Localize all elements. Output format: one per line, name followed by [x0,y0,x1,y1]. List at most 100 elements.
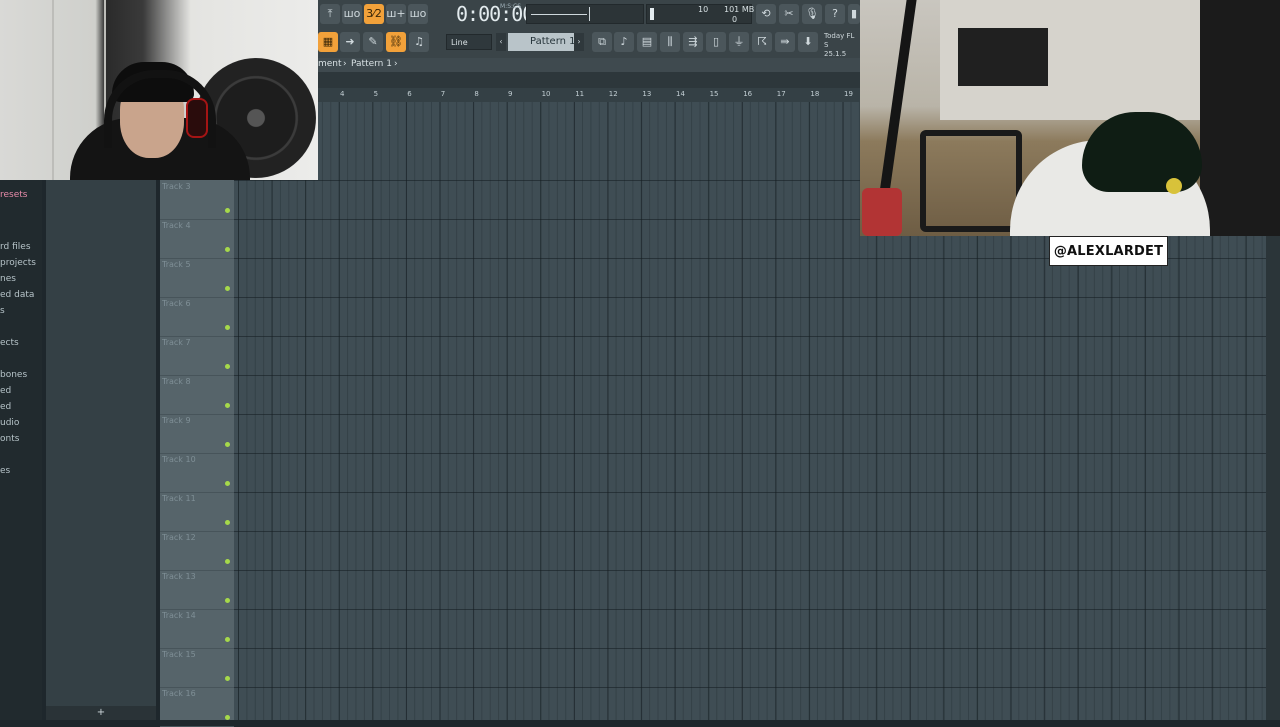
breadcrumb: ment › Pattern 1 › [318,58,860,72]
master-volume-slider[interactable] [526,4,644,24]
track-label: Track 3 [162,182,191,191]
cut-icon[interactable]: ✂ [779,4,799,24]
pattern-next-arrow[interactable]: › [574,33,584,51]
playlist-track-headers: Track 3 Track 4 Track 5 Track 6 Track 7 Track… [160,180,234,727]
track-header[interactable]: Track 9 [160,414,234,454]
breadcrumb-parent[interactable]: ment [318,59,342,69]
metronome-button[interactable]: ⤒ [320,4,340,24]
timeline-ruler[interactable]: 4 5 6 7 8 9 10 11 12 13 14 15 16 17 18 19 [318,88,860,102]
track-header[interactable]: Track 10 [160,453,234,493]
ruler-bar-number: 12 [608,90,618,98]
track-enable-indicator[interactable] [225,637,230,642]
track-enable-indicator[interactable] [225,403,230,408]
voices-value: 0 [732,15,738,24]
track-enable-indicator[interactable] [225,481,230,486]
browser-item[interactable]: ed data [0,290,34,300]
track-header[interactable]: Track 16 [160,687,234,727]
ruler-bar-number: 7 [440,90,446,98]
track-header[interactable]: Track 3 [160,180,234,220]
window-icon[interactable]: ▮ [848,4,860,24]
export-icon[interactable]: ⇛ [775,32,795,52]
track-enable-indicator[interactable] [225,325,230,330]
browser-item[interactable]: s [0,306,5,316]
track-header[interactable]: Track 15 [160,648,234,688]
track-label: Track 6 [162,299,191,308]
breadcrumb-current[interactable]: Pattern 1 [351,59,392,69]
browser-toggle-icon[interactable]: ▯ [706,32,726,52]
wait-input-button[interactable]: шо [342,4,362,24]
track-label: Track 9 [162,416,191,425]
browser-item[interactable]: rd files [0,242,31,252]
browser-item[interactable]: resets [0,190,27,200]
breadcrumb-separator-end: › [394,59,398,69]
track-enable-indicator[interactable] [225,208,230,213]
track-header[interactable]: Track 7 [160,336,234,376]
snap-mode-select[interactable]: Line [446,34,492,50]
track-header[interactable]: Track 12 [160,531,234,571]
browser-item[interactable]: es [0,466,10,476]
browser-item[interactable]: udio [0,418,19,428]
ruler-bar-number: 17 [776,90,786,98]
track-enable-indicator[interactable] [225,559,230,564]
plugin-database-icon[interactable]: ⏚ [729,32,749,52]
microphone-icon[interactable]: 🎙 [802,4,822,24]
playlist-menu-icon[interactable]: ▦ [318,32,338,52]
track-label: Track 15 [162,650,196,659]
track-enable-indicator[interactable] [225,364,230,369]
track-label: Track 14 [162,611,196,620]
track-enable-indicator[interactable] [225,715,230,720]
track-header[interactable]: Track 4 [160,219,234,259]
step-edit-button[interactable]: ш+ [386,4,406,24]
playlist-window-icon[interactable]: ⧉ [592,32,612,52]
track-header[interactable]: Track 14 [160,609,234,649]
link-tool-icon[interactable]: ⛓ [386,32,406,52]
pattern-prev-arrow[interactable]: ‹ [496,33,506,51]
track-enable-indicator[interactable] [225,598,230,603]
breadcrumb-separator: › [343,59,347,69]
browser-item[interactable]: ects [0,338,19,348]
song-position-display[interactable]: 0:00:00 [456,2,534,26]
plugin-picker-icon[interactable]: ⇶ [683,32,703,52]
track-header[interactable]: Track 11 [160,492,234,532]
browser-item[interactable]: onts [0,434,19,444]
track-header[interactable]: Track 5 [160,258,234,298]
touch-controller-icon[interactable]: ☈ [752,32,772,52]
mixer-icon[interactable]: ⫼ [660,32,680,52]
track-enable-indicator[interactable] [225,676,230,681]
browser-add-button[interactable]: + [46,706,156,720]
track-enable-indicator[interactable] [225,442,230,447]
pattern-selector[interactable]: Pattern 1 [508,33,584,51]
playlist-grid-top[interactable] [234,102,860,180]
browser-panel: resets rd files projects nes ed data s ects bon… [0,180,42,720]
track-label: Track 7 [162,338,191,347]
memory-value: 101 MB [724,5,755,14]
undo-history-icon[interactable]: ⟲ [756,4,776,24]
track-header[interactable]: Track 8 [160,375,234,415]
blend-notes-button[interactable]: шо [408,4,428,24]
piano-roll-icon[interactable]: ♪ [614,32,634,52]
track-enable-indicator[interactable] [225,247,230,252]
download-icon[interactable]: ⬇ [798,32,818,52]
browser-item[interactable]: bones [0,370,27,380]
track-label: Track 12 [162,533,196,542]
countdown-button[interactable]: 3⁄2 [364,4,384,24]
channel-rack-icon[interactable]: ▤ [637,32,657,52]
browser-item[interactable]: projects [0,258,36,268]
ruler-bar-number: 4 [340,90,345,98]
track-enable-indicator[interactable] [225,286,230,291]
arrow-tool-icon[interactable]: ➜ [340,32,360,52]
track-enable-indicator[interactable] [225,520,230,525]
stamp-tool-icon[interactable]: ♫ [409,32,429,52]
track-label: Track 16 [162,689,196,698]
help-icon[interactable]: ? [825,4,845,24]
webcam-left [0,0,318,180]
track-header[interactable]: Track 6 [160,297,234,337]
track-label: Track 11 [162,494,196,503]
track-header[interactable]: Track 13 [160,570,234,610]
draw-tool-icon[interactable]: ✎ [363,32,383,52]
vertical-scrollbar[interactable] [1266,236,1280,720]
browser-item[interactable]: nes [0,274,16,284]
main-toolbar: ⤒ шо 3⁄2 ш+ шо 0:00:00 M:S:CS 10 101 MB … [318,0,860,67]
browser-item[interactable]: ed [0,386,11,396]
browser-item[interactable]: ed [0,402,11,412]
